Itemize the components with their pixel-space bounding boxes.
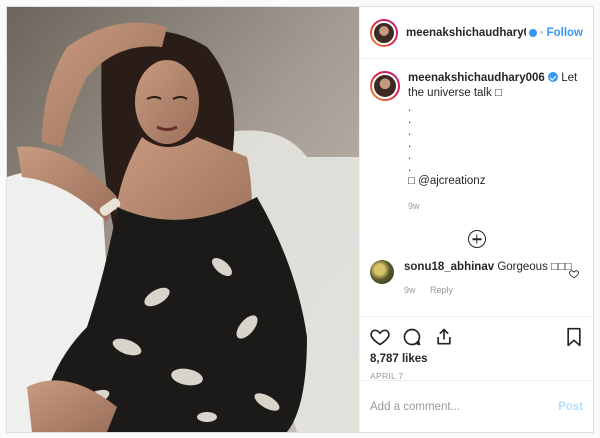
- author-username[interactable]: meenakshichaudhary006: [406, 27, 526, 39]
- caption-dot: .: [408, 150, 412, 162]
- post-header: meenakshichaudhary006 • Follow: [360, 7, 593, 59]
- commenter-avatar[interactable]: [370, 260, 394, 284]
- reply-button[interactable]: Reply: [430, 285, 453, 295]
- caption-dot: .: [408, 102, 412, 114]
- post-actions: 8,787 likes APRIL 7: [360, 316, 593, 381]
- caption-dot: .: [408, 126, 412, 138]
- post-photo[interactable]: [7, 7, 359, 432]
- speech-bubble-icon[interactable]: [402, 327, 422, 347]
- heart-icon[interactable]: [370, 327, 390, 347]
- instagram-post: meenakshichaudhary006 • Follow meenakshi…: [6, 6, 594, 433]
- load-more: [370, 230, 583, 248]
- share-icon[interactable]: [434, 327, 454, 347]
- add-comment-bar: Add a comment... Post: [360, 380, 593, 432]
- mention-link[interactable]: @ajcreationz: [418, 175, 485, 187]
- bookmark-icon[interactable]: [565, 327, 583, 347]
- header-separator: •: [539, 26, 544, 39]
- comments-section: meenakshichaudhary006 Let the universe t…: [360, 59, 593, 316]
- caption-symbol: □: [494, 87, 502, 99]
- caption-dots: . . . . . .: [408, 102, 583, 174]
- comment-item: sonu18_abhinav Gorgeous □□□ 9w Reply: [370, 260, 583, 298]
- portrait-image: [7, 7, 359, 432]
- caption-dot: .: [408, 162, 412, 174]
- avatar-icon[interactable]: [370, 71, 400, 101]
- post-comment-button[interactable]: Post: [558, 401, 583, 413]
- caption-age: 9w: [408, 201, 420, 211]
- likes-count[interactable]: 8,787 likes: [370, 353, 583, 365]
- caption: meenakshichaudhary006 Let the universe t…: [370, 71, 583, 214]
- comment-username[interactable]: sonu18_abhinav: [404, 261, 494, 273]
- comment-heart-icon[interactable]: [569, 269, 579, 279]
- add-comment-input[interactable]: Add a comment...: [370, 401, 558, 413]
- verified-badge-icon: [548, 72, 558, 82]
- caption-dot: .: [408, 138, 412, 150]
- follow-button[interactable]: Follow: [547, 27, 583, 39]
- caption-username[interactable]: meenakshichaudhary006: [408, 72, 545, 84]
- plus-circle-icon[interactable]: [467, 230, 486, 248]
- comment-age: 9w: [404, 285, 416, 295]
- avatar-icon[interactable]: [370, 18, 398, 47]
- mention-prefix: □: [408, 175, 415, 187]
- post-sidebar: meenakshichaudhary006 • Follow meenakshi…: [359, 7, 593, 432]
- comment-text: Gorgeous □□□: [497, 261, 572, 273]
- caption-dot: .: [408, 114, 412, 126]
- verified-badge-icon: [529, 28, 537, 37]
